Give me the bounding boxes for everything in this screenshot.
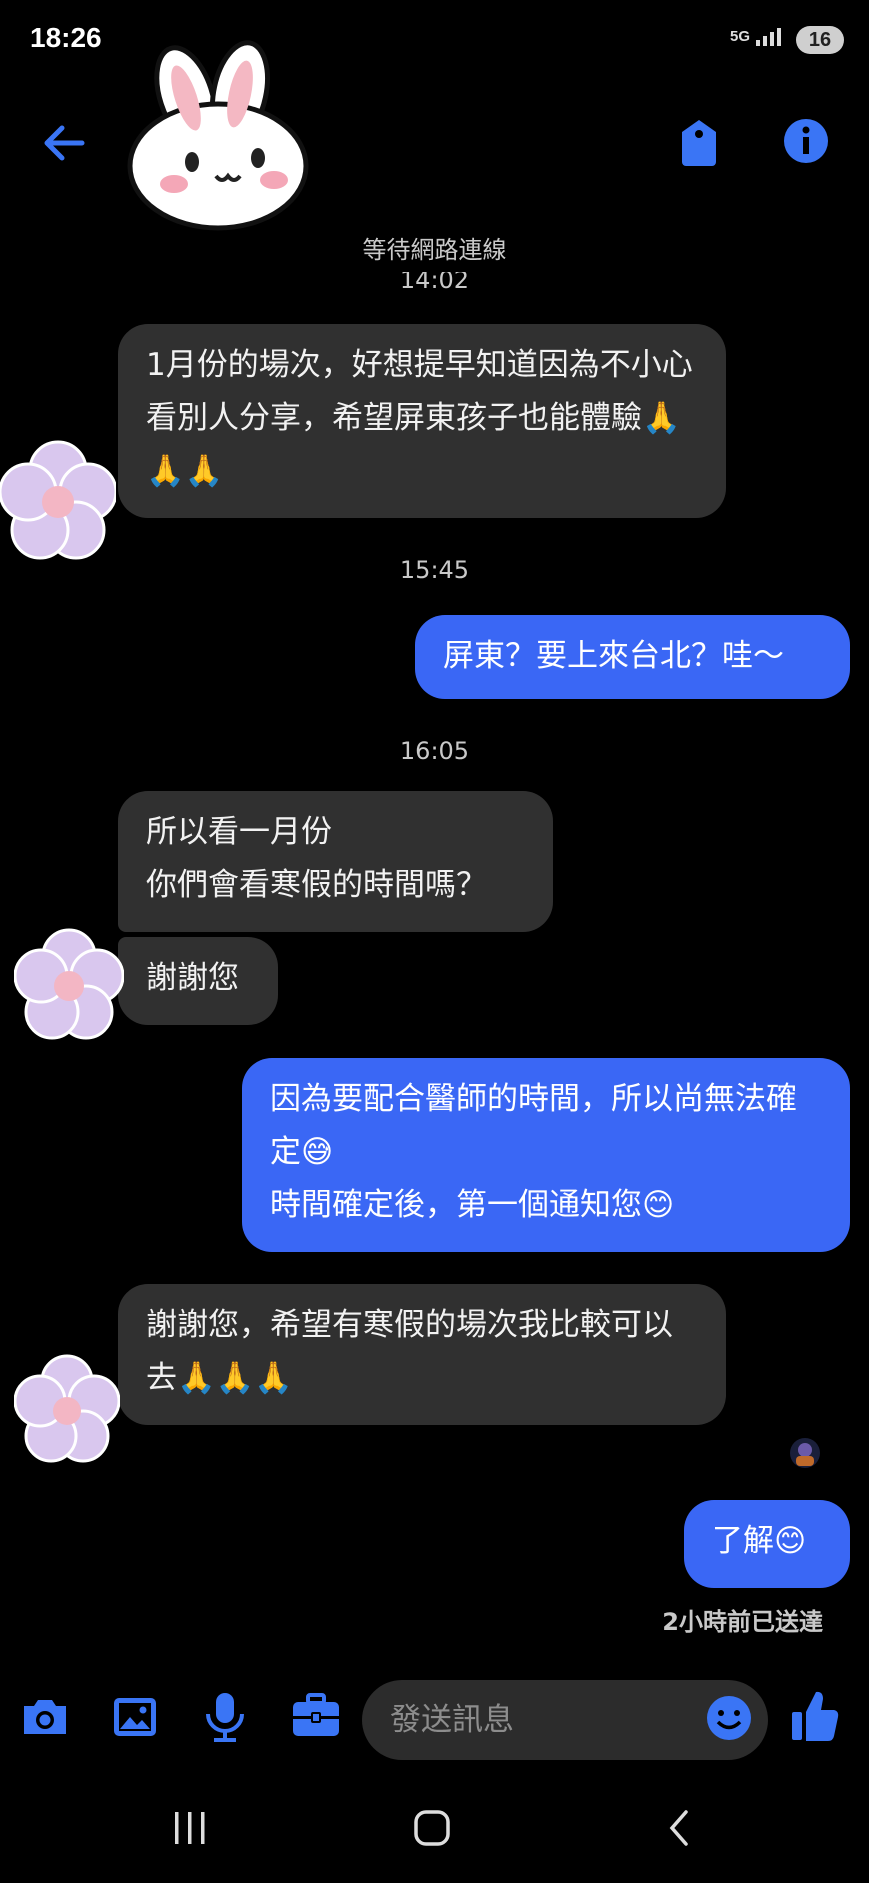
network-label: 5G bbox=[730, 27, 751, 45]
back-arrow-icon[interactable] bbox=[38, 118, 88, 168]
nav-back-icon[interactable] bbox=[660, 1808, 700, 1848]
flower-avatar-icon bbox=[13, 928, 125, 1042]
camera-icon[interactable] bbox=[20, 1692, 70, 1742]
read-receipt-avatar bbox=[790, 1438, 820, 1468]
battery-level: 16 bbox=[796, 26, 844, 54]
bunny-avatar-sticker bbox=[118, 36, 318, 236]
tag-icon[interactable] bbox=[676, 118, 722, 168]
briefcase-icon[interactable] bbox=[290, 1690, 342, 1742]
flower-avatar-icon bbox=[0, 440, 118, 564]
emoji-icon[interactable] bbox=[705, 1694, 753, 1742]
incoming-message[interactable]: 所以看一月份 你們會看寒假的時間嗎？ bbox=[118, 791, 553, 932]
outgoing-message[interactable]: 屏東？要上來台北？哇～ bbox=[415, 615, 850, 699]
home-icon[interactable] bbox=[412, 1808, 452, 1848]
incoming-message[interactable]: 謝謝您，希望有寒假的場次我比較可以去🙏🙏🙏 bbox=[118, 1284, 726, 1425]
timestamp: 15:45 bbox=[399, 556, 470, 584]
incoming-message[interactable]: 1月份的場次，好想提早知道因為不小心看別人分享，希望屏東孩子也能體驗🙏🙏🙏 bbox=[118, 324, 726, 518]
flower-avatar-icon bbox=[13, 1354, 121, 1466]
timestamp: 16:05 bbox=[399, 737, 470, 765]
microphone-icon[interactable] bbox=[200, 1690, 250, 1744]
delivery-status: 2小時前已送達 bbox=[662, 1608, 823, 1636]
recents-icon[interactable] bbox=[170, 1808, 210, 1848]
signal-icon bbox=[756, 28, 782, 46]
timestamp: 14:02 bbox=[399, 272, 470, 294]
info-icon[interactable] bbox=[782, 117, 830, 165]
status-time: 18:26 bbox=[30, 22, 102, 53]
connection-status: 等待網路連線 bbox=[362, 236, 507, 264]
image-icon[interactable] bbox=[110, 1692, 160, 1742]
incoming-message[interactable]: 謝謝您 bbox=[118, 937, 278, 1025]
outgoing-message[interactable]: 因為要配合醫師的時間，所以尚無法確定😅 時間確定後，第一個通知您😊 bbox=[242, 1058, 850, 1252]
outgoing-message[interactable]: 了解😊 bbox=[684, 1500, 850, 1588]
thumbs-up-icon[interactable] bbox=[790, 1688, 840, 1744]
network-indicator: 5G bbox=[730, 26, 784, 48]
